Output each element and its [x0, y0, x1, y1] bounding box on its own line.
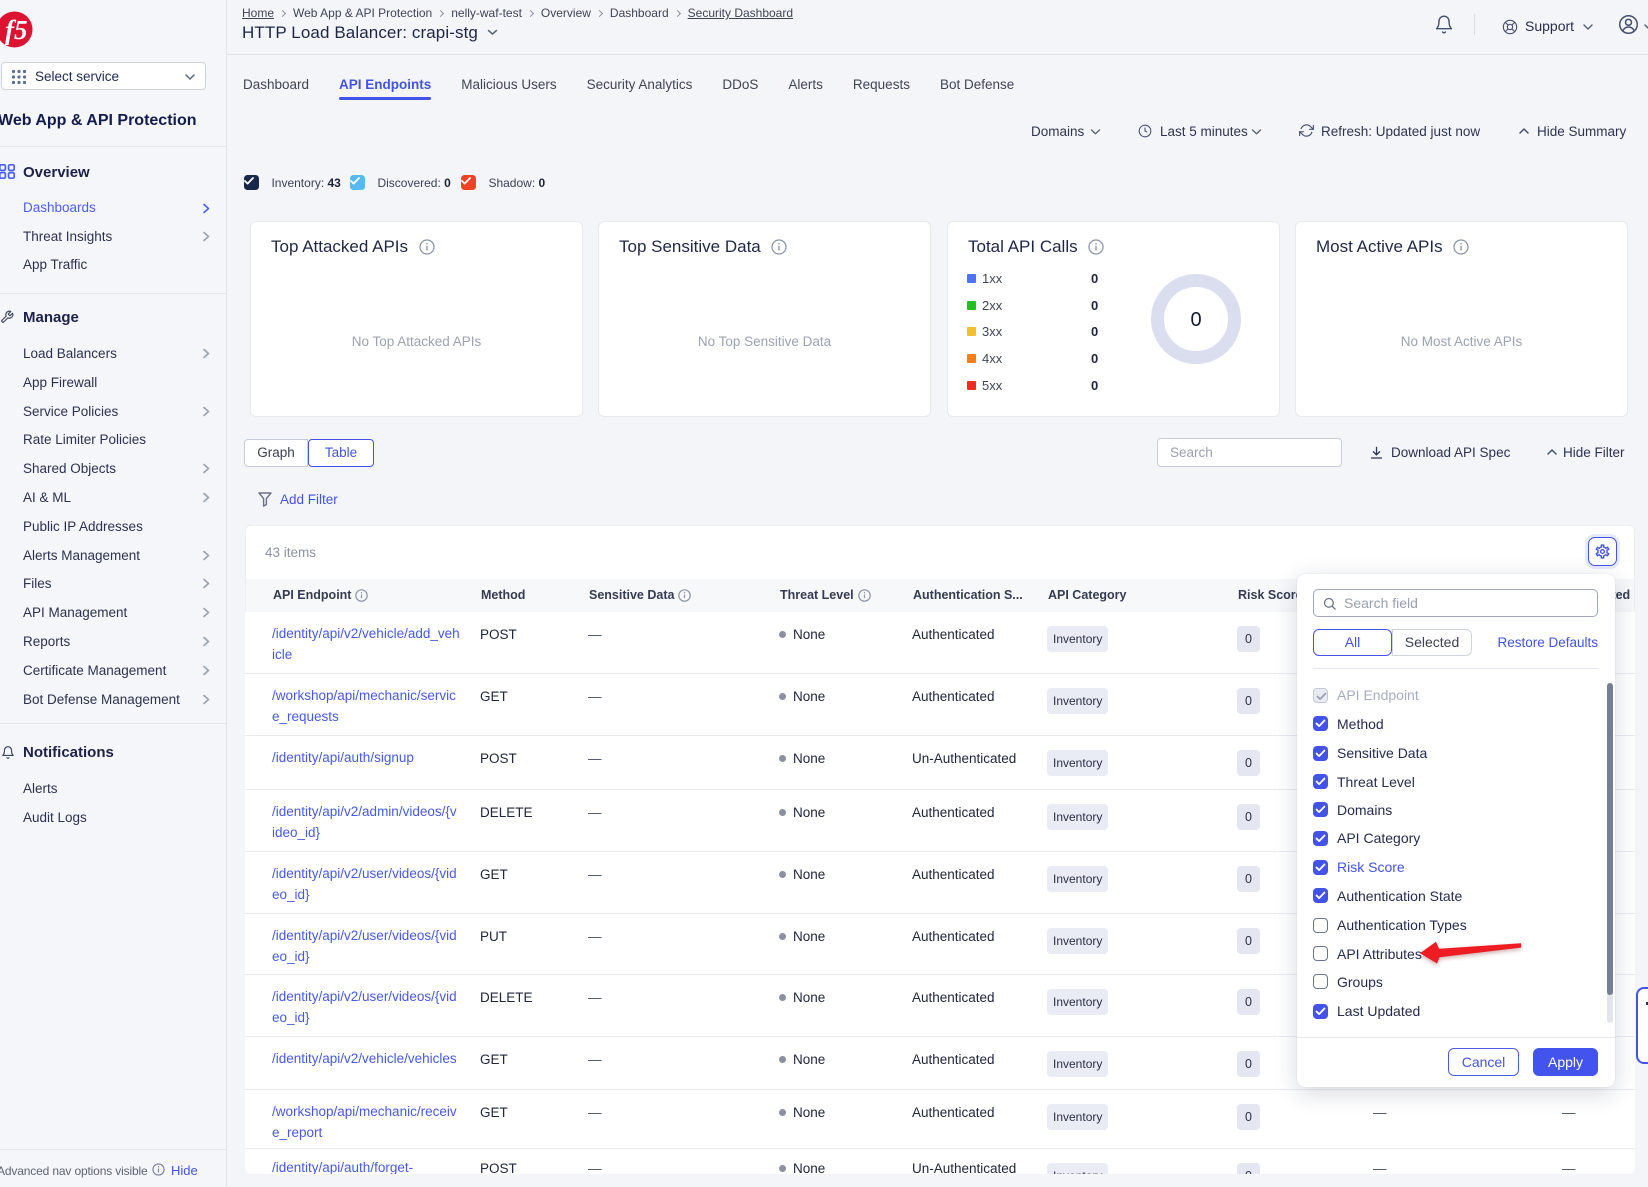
svg-text:0: 0	[1190, 309, 1201, 331]
svg-text:f5: f5	[5, 15, 28, 45]
